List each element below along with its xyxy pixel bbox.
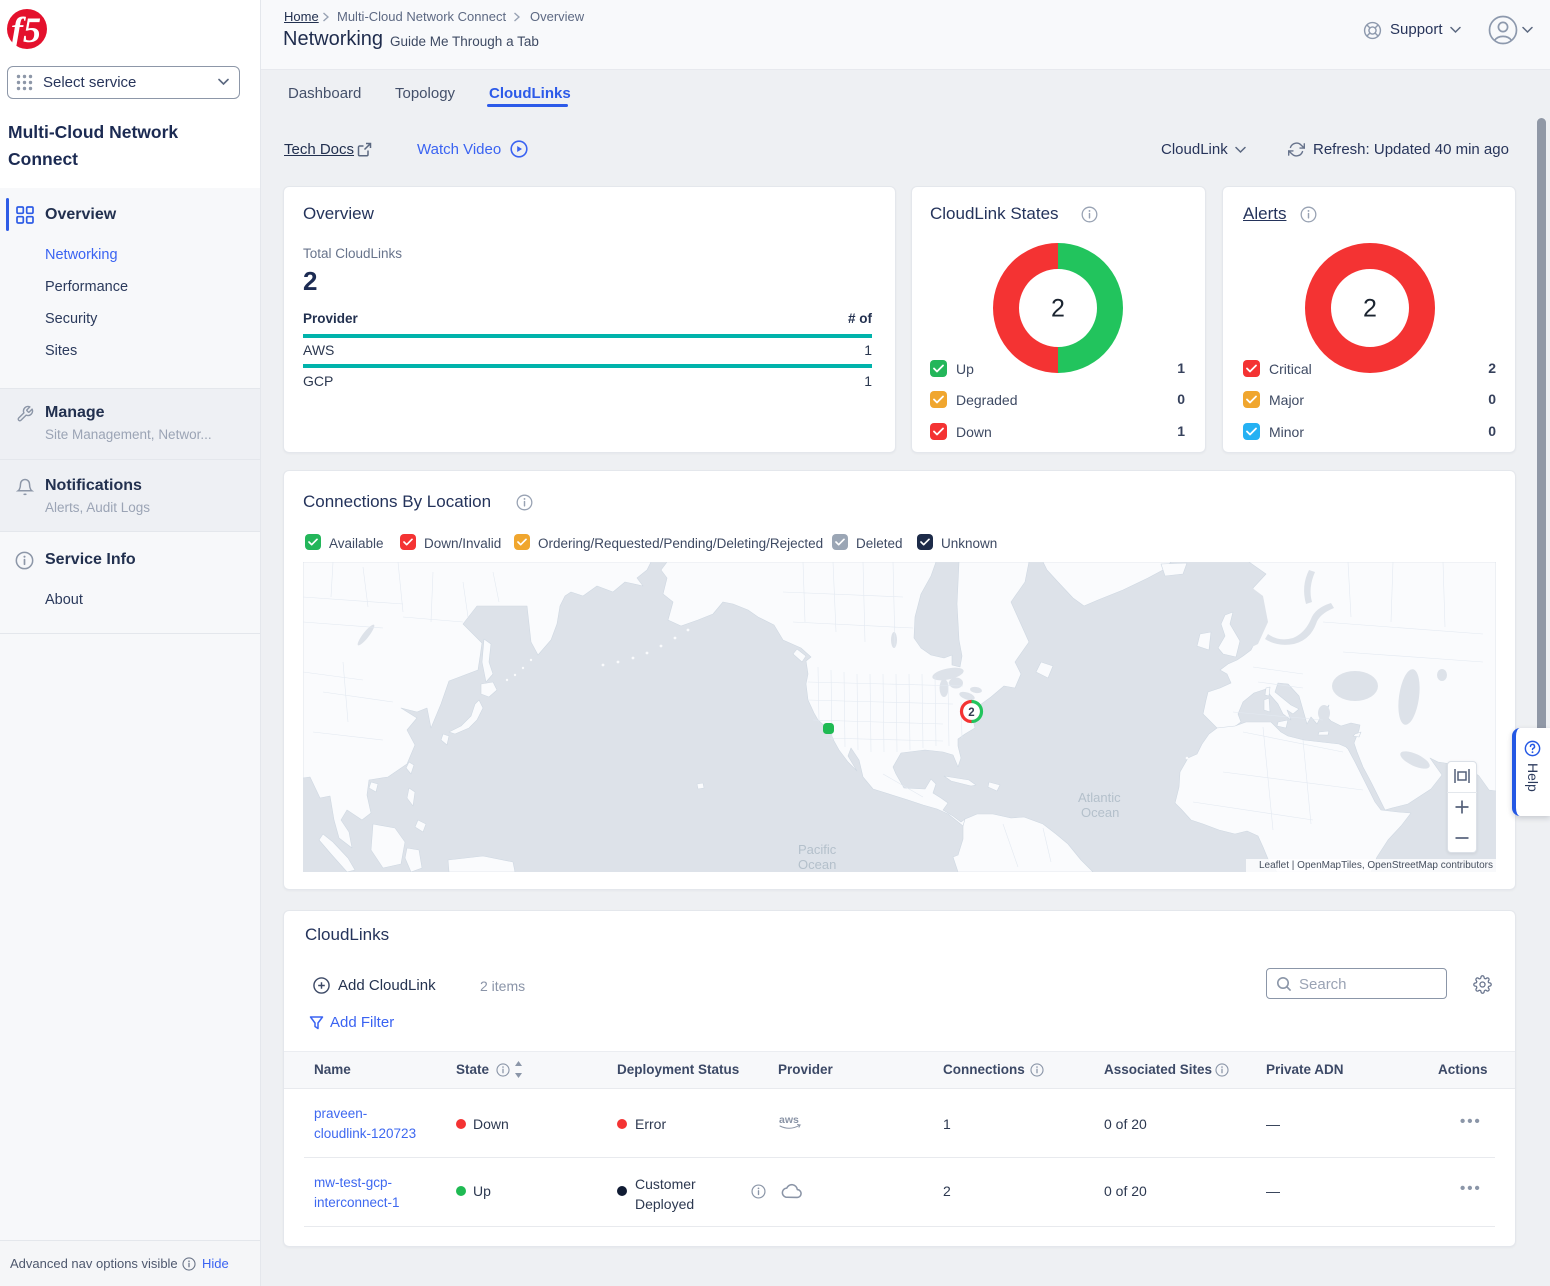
svg-text:Pacific: Pacific <box>798 842 837 857</box>
svg-text:2: 2 <box>1051 295 1065 323</box>
svg-text:2: 2 <box>1363 295 1377 323</box>
svg-text:Ocean: Ocean <box>798 857 836 872</box>
svg-text:f5: f5 <box>11 10 41 49</box>
svg-text:Ocean: Ocean <box>1081 805 1119 820</box>
svg-text:aws: aws <box>779 1114 799 1126</box>
svg-text:2: 2 <box>968 707 974 719</box>
svg-text:Atlantic: Atlantic <box>1078 790 1121 805</box>
